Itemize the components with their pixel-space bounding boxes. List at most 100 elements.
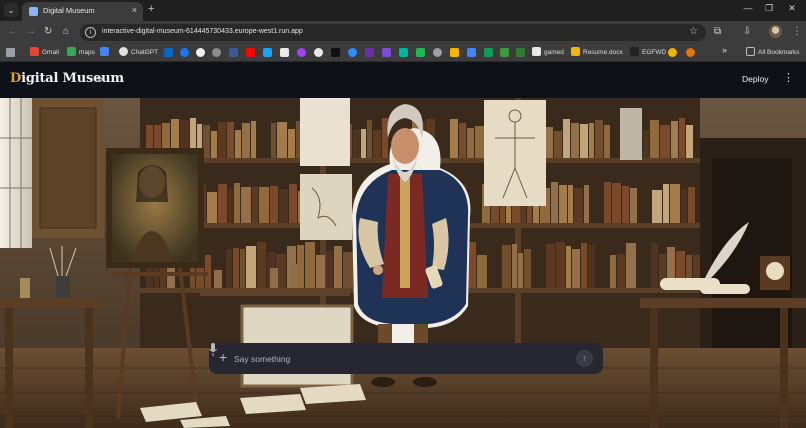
bookmark-yellow-icon[interactable] bbox=[450, 48, 459, 57]
attach-plus-icon[interactable]: + bbox=[219, 349, 227, 365]
tab-search-chevron-down-icon[interactable]: ⌄ bbox=[4, 3, 18, 17]
book-spine bbox=[252, 187, 258, 223]
reload-icon[interactable]: ↻ bbox=[44, 26, 52, 37]
deploy-button[interactable]: Deploy bbox=[742, 74, 768, 84]
book-spine bbox=[234, 183, 240, 223]
book-spine bbox=[610, 255, 616, 288]
bookmark-green-icon[interactable] bbox=[416, 48, 425, 57]
bookmark-resume[interactable]: Resume.docx bbox=[571, 47, 623, 59]
bookmark-violet-icon[interactable] bbox=[382, 48, 391, 57]
apps-grid-icon[interactable] bbox=[6, 48, 15, 57]
book-spine bbox=[242, 123, 250, 158]
web-icon[interactable] bbox=[212, 48, 221, 57]
window-minimize-button[interactable]: — bbox=[738, 3, 758, 13]
gmail-icon bbox=[30, 47, 39, 56]
book-spine bbox=[467, 128, 474, 158]
bookmark-c-icon[interactable] bbox=[348, 48, 357, 57]
book-spine bbox=[651, 243, 658, 288]
chat-input-bar: + ↑ bbox=[209, 343, 603, 374]
bookmark-gamed[interactable]: gamed bbox=[532, 47, 564, 59]
museum-scene-image: + ↑ bbox=[0, 98, 806, 428]
site-info-icon[interactable]: i bbox=[85, 27, 96, 38]
book-spine bbox=[367, 120, 372, 158]
book-spine bbox=[574, 188, 583, 223]
book-spine bbox=[257, 242, 266, 288]
book-spine bbox=[612, 183, 621, 223]
book-spine bbox=[643, 130, 649, 158]
bookmark-refresh-icon[interactable] bbox=[668, 48, 677, 57]
microphone-icon[interactable] bbox=[209, 343, 217, 356]
bookmark-egfwd[interactable]: EGFWD bbox=[630, 47, 666, 59]
downloads-icon[interactable]: ⇩ bbox=[743, 26, 751, 37]
bookmark-chatgpt[interactable]: ChatGPT bbox=[119, 47, 158, 59]
bookmark-ai-icon[interactable] bbox=[100, 47, 112, 59]
book-spine bbox=[211, 131, 217, 158]
forward-arrow-right-icon[interactable]: → bbox=[26, 26, 36, 37]
bookmark-maps[interactable]: maps bbox=[67, 47, 95, 59]
app-menu-kebab-icon[interactable]: ⋮ bbox=[783, 71, 794, 84]
github-icon[interactable] bbox=[196, 48, 205, 57]
book-spine bbox=[571, 123, 579, 158]
bookmark-teal-icon[interactable] bbox=[399, 48, 408, 57]
bookmark-purple-icon[interactable] bbox=[365, 48, 374, 57]
book-spine bbox=[235, 130, 241, 158]
book-spine bbox=[203, 125, 210, 158]
bookmark-bird-icon[interactable] bbox=[263, 48, 272, 57]
book-spine bbox=[546, 244, 555, 288]
linkedin-icon[interactable] bbox=[164, 48, 173, 57]
google-icon[interactable] bbox=[314, 48, 323, 57]
x-icon[interactable] bbox=[280, 48, 289, 57]
app-logo: Digital Museum bbox=[10, 71, 124, 86]
book-spine bbox=[246, 246, 256, 288]
book-spine bbox=[626, 243, 636, 288]
book-spine bbox=[617, 254, 625, 288]
egfwd-icon bbox=[630, 47, 639, 56]
bookmark-dark-icon[interactable] bbox=[331, 48, 340, 57]
back-arrow-left-icon[interactable]: ← bbox=[8, 26, 18, 37]
book-spine bbox=[580, 124, 588, 158]
new-tab-button[interactable]: + bbox=[148, 3, 154, 15]
bookmark-w2-icon[interactable] bbox=[516, 48, 525, 57]
bookmark-gmail[interactable]: Gmail bbox=[30, 47, 59, 59]
bookmark-grid-icon[interactable] bbox=[484, 48, 493, 57]
youtube-icon[interactable] bbox=[246, 48, 255, 57]
book-spine bbox=[288, 129, 295, 158]
bookmark-globe-icon[interactable] bbox=[433, 48, 442, 57]
book-spine bbox=[630, 188, 637, 223]
book-spine bbox=[502, 245, 511, 288]
book-spine bbox=[566, 246, 571, 288]
bookmark-w-icon[interactable] bbox=[500, 48, 509, 57]
bookmark-circle-icon[interactable] bbox=[297, 48, 306, 57]
book-spine bbox=[240, 249, 245, 288]
book-spine bbox=[554, 131, 562, 158]
window-close-button[interactable]: ✕ bbox=[782, 3, 802, 14]
bookmark-k-icon[interactable] bbox=[229, 48, 238, 57]
bookmark-blue-icon[interactable] bbox=[467, 48, 476, 57]
facebook-icon[interactable] bbox=[180, 48, 189, 57]
workshop-illustration bbox=[0, 98, 806, 428]
book-spine bbox=[297, 245, 304, 288]
send-arrow-up-icon[interactable]: ↑ bbox=[576, 350, 593, 367]
book-spine bbox=[205, 255, 211, 288]
tab-digital-museum[interactable]: Digital Museum × bbox=[22, 2, 143, 21]
book-spine bbox=[588, 245, 595, 288]
home-icon[interactable]: ⌂ bbox=[63, 26, 69, 37]
chat-message-input[interactable] bbox=[234, 349, 554, 368]
browser-menu-icon[interactable]: ⋮ bbox=[792, 26, 802, 37]
bookmark-flame-icon[interactable] bbox=[686, 48, 695, 57]
address-bar[interactable]: i interactive-digital-museum-61444573043… bbox=[80, 24, 706, 41]
extensions-puzzle-icon[interactable]: ⧉ bbox=[714, 26, 721, 37]
tab-favicon-icon bbox=[29, 7, 38, 16]
book-spine bbox=[227, 122, 234, 158]
bookmarks-overflow-button[interactable]: » bbox=[722, 45, 727, 57]
book-spine bbox=[382, 118, 388, 158]
address-url[interactable]: interactive-digital-museum-614445730433.… bbox=[102, 28, 303, 35]
book-spine bbox=[681, 190, 687, 223]
profile-avatar[interactable] bbox=[769, 25, 782, 38]
book-spine bbox=[289, 184, 297, 223]
window-maximize-button[interactable]: ❐ bbox=[759, 3, 779, 14]
bookmark-star-icon[interactable]: ☆ bbox=[689, 26, 698, 37]
tab-close-icon[interactable]: × bbox=[132, 5, 137, 15]
sidebar-toggle-chevrons-icon[interactable]: » bbox=[96, 71, 103, 86]
all-bookmarks[interactable]: All Bookmarks bbox=[746, 47, 800, 59]
